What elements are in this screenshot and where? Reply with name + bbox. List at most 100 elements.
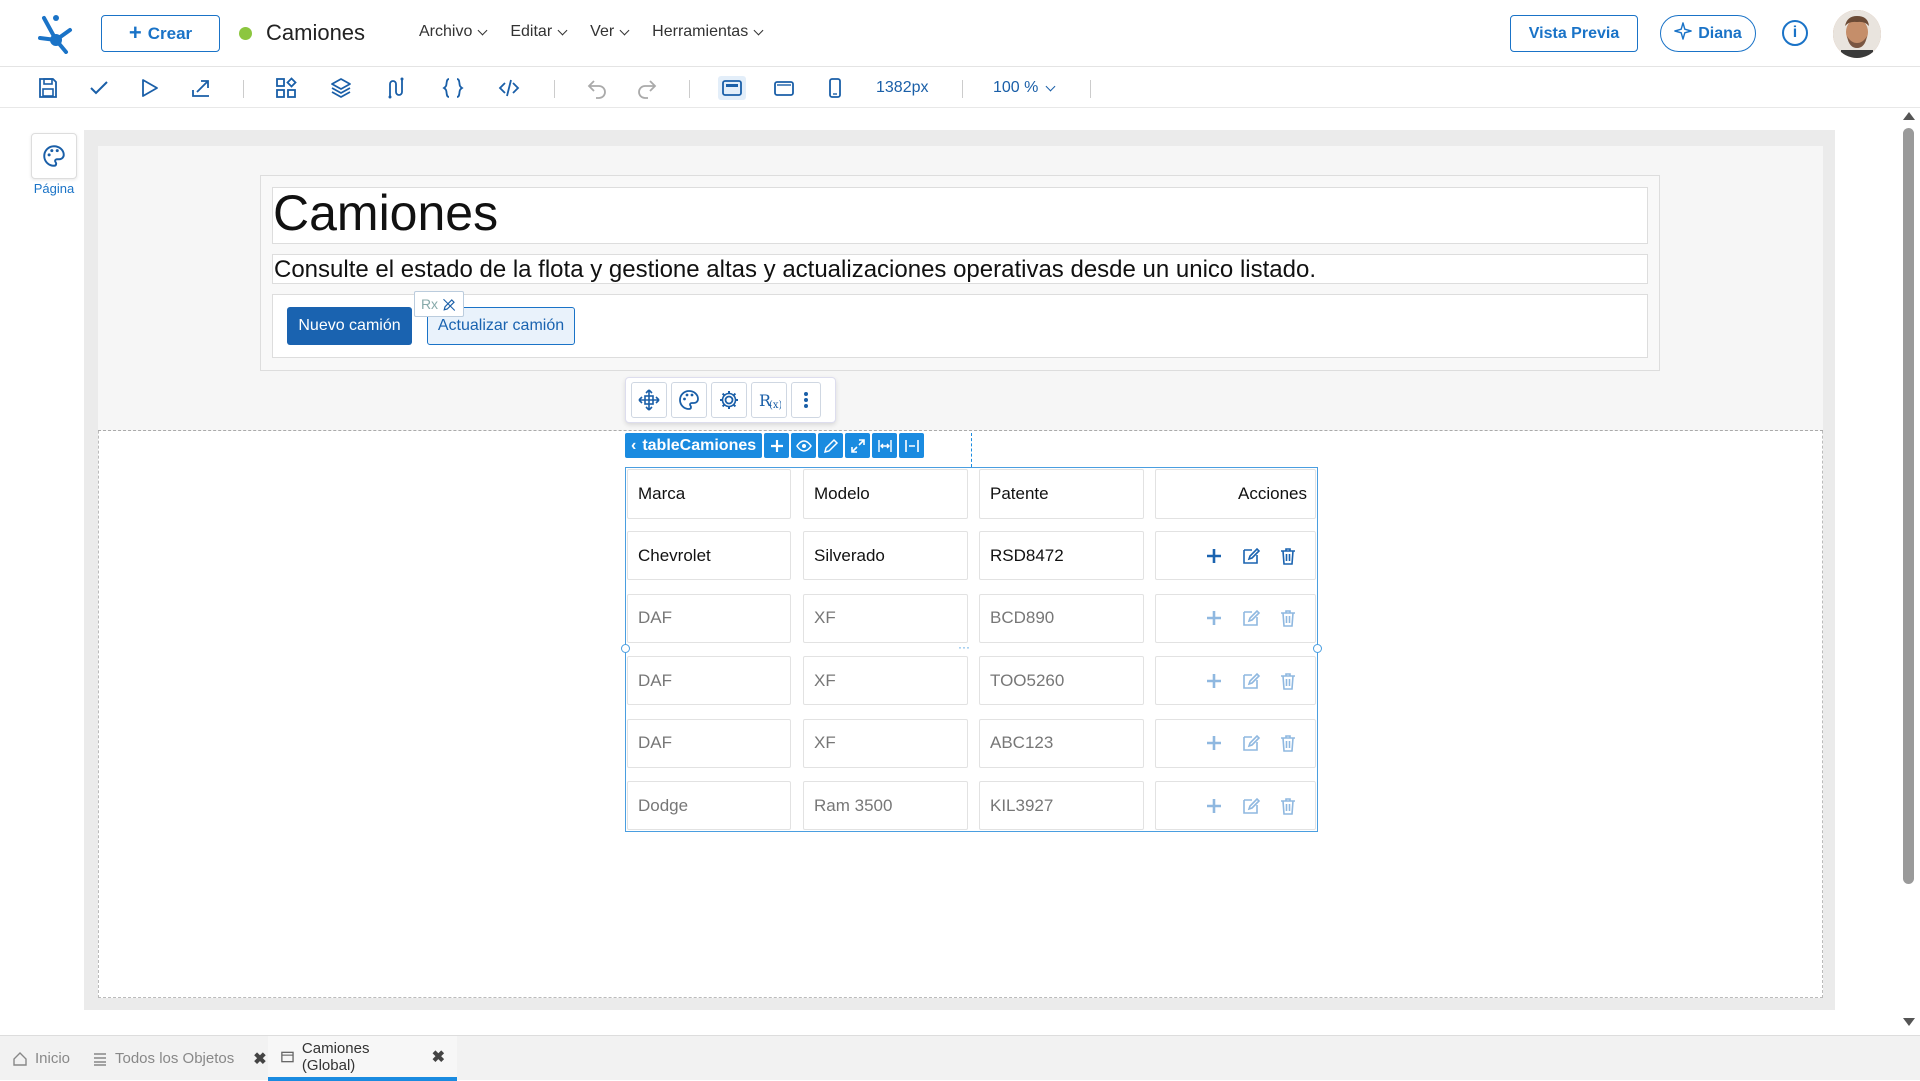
crear-label: Crear bbox=[147, 23, 193, 43]
toolbar-divider bbox=[554, 80, 555, 98]
tab-camiones-global[interactable]: Camiones (Global) ✖ bbox=[268, 1036, 457, 1081]
check-icon[interactable] bbox=[86, 76, 112, 100]
zoom-select[interactable]: 100 % bbox=[993, 79, 1056, 97]
assistant-button[interactable]: Diana bbox=[1660, 15, 1756, 52]
page-icon bbox=[281, 1051, 294, 1062]
cell-marca: DAF bbox=[627, 656, 791, 705]
resize-handle-middle[interactable]: ··· bbox=[958, 640, 970, 654]
close-icon[interactable]: ✖ bbox=[432, 1047, 445, 1067]
resize-handle-right[interactable] bbox=[1313, 644, 1322, 653]
add-row-icon[interactable] bbox=[1203, 670, 1225, 692]
chevron-down-icon bbox=[619, 25, 630, 35]
edit-row-icon[interactable] bbox=[1240, 732, 1262, 754]
edit-icon[interactable] bbox=[818, 433, 844, 458]
delete-row-icon[interactable] bbox=[1277, 545, 1299, 567]
more-vertical-icon[interactable] bbox=[791, 382, 821, 418]
desktop-view-icon[interactable] bbox=[718, 76, 746, 100]
palette-icon[interactable] bbox=[671, 382, 707, 418]
layers-icon[interactable] bbox=[328, 76, 354, 100]
gear-icon[interactable] bbox=[711, 382, 747, 418]
delete-row-icon[interactable] bbox=[1277, 795, 1299, 817]
edit-row-icon[interactable] bbox=[1240, 795, 1262, 817]
page-subtitle[interactable]: Consulte el estado de la flota y gestion… bbox=[274, 256, 1316, 284]
edit-row-icon[interactable] bbox=[1240, 670, 1262, 692]
cell-modelo: XF bbox=[803, 718, 968, 768]
resize-handle-left[interactable] bbox=[621, 644, 630, 653]
delete-row-icon[interactable] bbox=[1277, 607, 1299, 629]
selected-component-name[interactable]: ‹ tableCamiones bbox=[625, 433, 763, 458]
component-floating-toolbar: R(x) bbox=[625, 377, 836, 423]
document-title: Camiones bbox=[266, 20, 366, 45]
shrink-width-icon[interactable] bbox=[899, 433, 925, 458]
cell-acciones bbox=[1155, 718, 1316, 768]
page-style-button[interactable] bbox=[31, 133, 77, 179]
braces-icon[interactable] bbox=[440, 76, 466, 100]
export-icon[interactable] bbox=[188, 76, 214, 100]
chevron-down-icon bbox=[477, 25, 488, 35]
code-icon[interactable] bbox=[496, 76, 522, 100]
rx-formula-icon[interactable]: R(x) bbox=[751, 382, 787, 418]
canvas-width-label: 1382px bbox=[876, 79, 929, 96]
add-row-icon[interactable] bbox=[1203, 795, 1225, 817]
menu-herramientas[interactable]: Herramientas bbox=[652, 23, 764, 41]
menu-archivo[interactable]: Archivo bbox=[419, 23, 488, 41]
page-heading[interactable]: Camiones bbox=[273, 184, 498, 242]
tab-todos-los-objetos[interactable]: Todos los Objetos ✖ bbox=[92, 1036, 267, 1081]
delete-row-icon[interactable] bbox=[1277, 732, 1299, 754]
toolbar-divider bbox=[962, 80, 963, 98]
scroll-up-arrow[interactable] bbox=[1903, 112, 1915, 120]
tablet-view-icon[interactable] bbox=[771, 76, 797, 100]
eye-icon[interactable] bbox=[791, 433, 817, 458]
cell-modelo: Ram 3500 bbox=[803, 781, 968, 830]
column-header-modelo[interactable]: Modelo bbox=[803, 469, 968, 519]
toolbar-divider bbox=[689, 80, 690, 98]
save-icon[interactable] bbox=[35, 76, 61, 100]
redo-icon[interactable] bbox=[634, 76, 660, 100]
tab-inicio[interactable]: Inicio bbox=[12, 1036, 70, 1081]
flow-icon[interactable] bbox=[383, 76, 409, 100]
cell-acciones bbox=[1155, 656, 1316, 705]
avatar[interactable] bbox=[1833, 10, 1881, 58]
main-menu: Archivo Editar Ver Herramientas bbox=[419, 23, 786, 41]
scroll-down-arrow[interactable] bbox=[1903, 1018, 1915, 1026]
status-dot bbox=[239, 27, 252, 40]
palette-icon bbox=[43, 145, 65, 167]
crear-button[interactable]: + Crear bbox=[101, 15, 220, 52]
edit-row-icon[interactable] bbox=[1240, 545, 1262, 567]
menu-editar[interactable]: Editar bbox=[510, 23, 568, 41]
alignment-guide bbox=[971, 433, 972, 467]
stretch-width-icon[interactable] bbox=[872, 433, 898, 458]
info-icon[interactable]: i bbox=[1782, 20, 1808, 46]
add-row-icon[interactable] bbox=[1203, 545, 1225, 567]
chevron-down-icon bbox=[1045, 81, 1056, 91]
cell-acciones bbox=[1155, 781, 1316, 830]
home-icon bbox=[13, 1051, 27, 1066]
cell-modelo: XF bbox=[803, 593, 968, 643]
delete-row-icon[interactable] bbox=[1277, 670, 1299, 692]
add-row-icon[interactable] bbox=[1203, 607, 1225, 629]
play-icon[interactable] bbox=[136, 76, 162, 100]
scroll-thumb[interactable] bbox=[1903, 128, 1914, 884]
edit-row-icon[interactable] bbox=[1240, 607, 1262, 629]
add-row-icon[interactable] bbox=[1203, 732, 1225, 754]
rx-binding-tag[interactable]: Rx bbox=[414, 291, 464, 317]
add-icon[interactable] bbox=[764, 433, 790, 458]
top-bar: + Crear Camiones Archivo Editar Ver Herr… bbox=[0, 0, 1920, 67]
expand-icon[interactable] bbox=[845, 433, 871, 458]
assistant-label: Diana bbox=[1698, 24, 1742, 42]
close-icon[interactable]: ✖ bbox=[253, 1049, 266, 1069]
app-logo[interactable] bbox=[36, 12, 76, 54]
move-icon[interactable] bbox=[631, 382, 667, 418]
components-icon[interactable] bbox=[273, 76, 299, 100]
menu-ver[interactable]: Ver bbox=[590, 23, 630, 41]
chevron-left-icon: ‹ bbox=[631, 436, 637, 454]
mobile-view-icon[interactable] bbox=[822, 76, 848, 100]
cell-patente: KIL3927 bbox=[979, 781, 1144, 830]
nuevo-camion-button[interactable]: Nuevo camión bbox=[287, 307, 412, 345]
column-header-marca[interactable]: Marca bbox=[627, 469, 791, 519]
undo-icon[interactable] bbox=[584, 76, 610, 100]
selection-bar: ‹ tableCamiones bbox=[625, 433, 925, 458]
vista-previa-button[interactable]: Vista Previa bbox=[1510, 15, 1638, 52]
column-header-patente[interactable]: Patente bbox=[979, 469, 1144, 519]
table-camiones[interactable]: Marca Modelo Patente Acciones bbox=[625, 467, 1318, 832]
